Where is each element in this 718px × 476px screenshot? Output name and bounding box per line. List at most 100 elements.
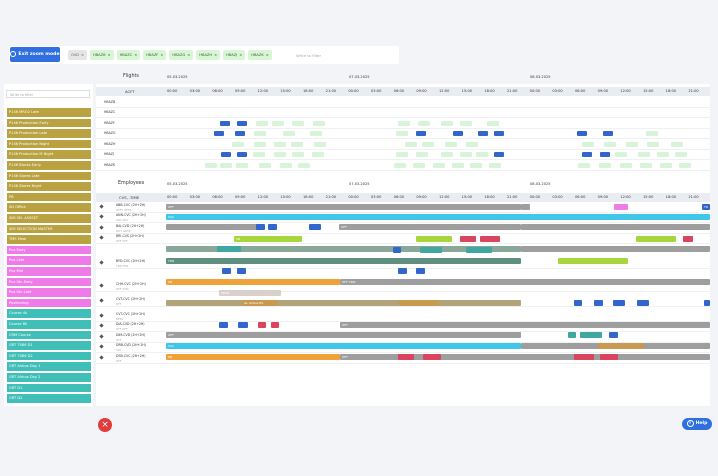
activity-item[interactable]: P146 MRO2 Late xyxy=(7,108,91,117)
flight-block[interactable] xyxy=(441,151,453,157)
flight-block[interactable] xyxy=(615,151,627,157)
duty-bar[interactable] xyxy=(609,332,618,338)
activity-item[interactable]: SD Office xyxy=(7,203,91,212)
close-icon[interactable]: × xyxy=(81,53,84,57)
activity-item[interactable]: TMS Meal xyxy=(7,235,91,244)
flight-block[interactable] xyxy=(418,120,430,126)
duty-bar[interactable] xyxy=(460,236,476,242)
duty-bar[interactable] xyxy=(613,300,625,306)
activity-item[interactable]: GRT 7086 D2 xyxy=(7,351,91,361)
filter-chip[interactable]: HBAZB × xyxy=(90,50,114,60)
flight-block[interactable] xyxy=(396,130,408,136)
flight-block[interactable] xyxy=(214,130,224,136)
duty-bar[interactable] xyxy=(704,300,710,306)
airbus-bar[interactable]: GL Airbus B1 xyxy=(242,300,278,306)
duty-bar[interactable] xyxy=(594,300,603,306)
flight-block[interactable] xyxy=(578,162,590,168)
duty-bar[interactable] xyxy=(574,354,594,360)
duty-bar[interactable] xyxy=(480,236,500,242)
flight-block[interactable] xyxy=(283,130,295,136)
duty-bar[interactable] xyxy=(166,312,340,318)
flight-block[interactable] xyxy=(413,162,425,168)
vac-bar[interactable]: VAC xyxy=(166,214,710,220)
activity-item[interactable]: GRT 7086 D1 xyxy=(7,341,91,350)
flight-block[interactable] xyxy=(291,141,303,147)
duty-bar[interactable] xyxy=(637,300,649,306)
flight-block[interactable] xyxy=(298,162,310,168)
activity-item[interactable]: P146 Stores Night xyxy=(7,182,91,191)
duty-bar[interactable] xyxy=(558,258,628,264)
flight-block[interactable] xyxy=(312,151,324,157)
flight-block[interactable] xyxy=(476,151,488,157)
duty-bar[interactable] xyxy=(219,322,228,328)
duty-bar[interactable] xyxy=(166,224,264,230)
off-bar[interactable]: OFF xyxy=(339,224,521,230)
flight-block[interactable] xyxy=(452,162,464,168)
flight-block[interactable] xyxy=(646,130,658,136)
activity-item[interactable]: GRT D2 xyxy=(7,394,91,403)
flight-block[interactable] xyxy=(638,151,650,157)
flight-block[interactable] xyxy=(254,130,266,136)
flight-block[interactable] xyxy=(232,141,244,147)
duty-bar[interactable] xyxy=(399,300,439,306)
close-icon[interactable]: × xyxy=(239,53,242,57)
duty-bar[interactable] xyxy=(398,268,407,274)
help-button[interactable]: ? Help xyxy=(682,418,712,430)
filter-chip[interactable]: HBAZH × xyxy=(196,50,221,60)
filter-chip[interactable]: HBAZG × xyxy=(169,50,194,60)
activity-item[interactable]: Pco Stn Late xyxy=(7,288,91,297)
flight-block[interactable] xyxy=(494,130,504,136)
flight-block[interactable] xyxy=(603,130,613,136)
flight-block[interactable] xyxy=(679,162,691,168)
filter-chip[interactable]: HBAZK × xyxy=(248,50,272,60)
duty-bar[interactable] xyxy=(600,354,618,360)
duty-bar[interactable] xyxy=(222,268,231,274)
filter-chip[interactable]: HBAZF × xyxy=(143,50,167,60)
duty-bar[interactable] xyxy=(636,236,676,242)
filter-input[interactable]: Write to filter xyxy=(296,53,321,58)
flight-block[interactable] xyxy=(259,162,271,168)
flight-block[interactable] xyxy=(398,120,410,126)
duty-bar[interactable] xyxy=(568,332,576,338)
activity-item[interactable]: Pco Mid xyxy=(7,267,91,276)
duty-bar[interactable] xyxy=(258,322,266,328)
flight-block[interactable] xyxy=(274,141,286,147)
flight-block[interactable] xyxy=(657,151,669,157)
flight-block[interactable] xyxy=(237,120,247,126)
duty-bar[interactable] xyxy=(574,300,582,306)
exit-zoom-button[interactable]: Exit zoom mode xyxy=(10,47,60,62)
close-icon[interactable]: × xyxy=(160,53,163,57)
flight-block[interactable] xyxy=(582,141,594,147)
flight-block[interactable] xyxy=(647,141,659,147)
flight-block[interactable] xyxy=(416,130,426,136)
duty-bar[interactable] xyxy=(416,268,425,274)
off-bar[interactable]: OFF VDN xyxy=(340,279,710,285)
flight-block[interactable] xyxy=(466,141,478,147)
duty-bar[interactable] xyxy=(166,300,521,306)
activity-item[interactable]: P146 Production Night xyxy=(7,139,91,149)
vac-bar[interactable]: VAC xyxy=(166,343,521,349)
filter-chip[interactable]: OVD × xyxy=(68,50,88,60)
close-button[interactable]: × xyxy=(98,418,112,432)
duty-bar[interactable] xyxy=(521,204,530,210)
duty-bar[interactable] xyxy=(416,236,452,242)
flight-block[interactable] xyxy=(460,151,472,157)
activity-item[interactable]: CRM Course xyxy=(7,330,91,340)
flight-block[interactable] xyxy=(489,162,501,168)
flight-block[interactable] xyxy=(671,141,683,147)
duty-bar[interactable] xyxy=(598,343,644,349)
flight-block[interactable] xyxy=(236,162,248,168)
activity-item[interactable]: Course 8h xyxy=(7,320,91,329)
activity-item[interactable]: Course 4h xyxy=(7,309,91,318)
flight-block[interactable] xyxy=(220,162,232,168)
activity-item[interactable]: Pco Stn Early xyxy=(7,277,91,287)
flight-block[interactable] xyxy=(487,120,499,126)
activity-item[interactable]: P146 Production Late xyxy=(7,129,91,138)
flight-block[interactable] xyxy=(478,130,488,136)
flight-block[interactable] xyxy=(280,162,292,168)
flight-block[interactable] xyxy=(445,141,457,147)
activity-item[interactable]: Pco Late xyxy=(7,256,91,265)
duty-bar[interactable] xyxy=(521,224,710,230)
flight-block[interactable] xyxy=(582,151,592,157)
flight-block[interactable] xyxy=(235,130,245,136)
